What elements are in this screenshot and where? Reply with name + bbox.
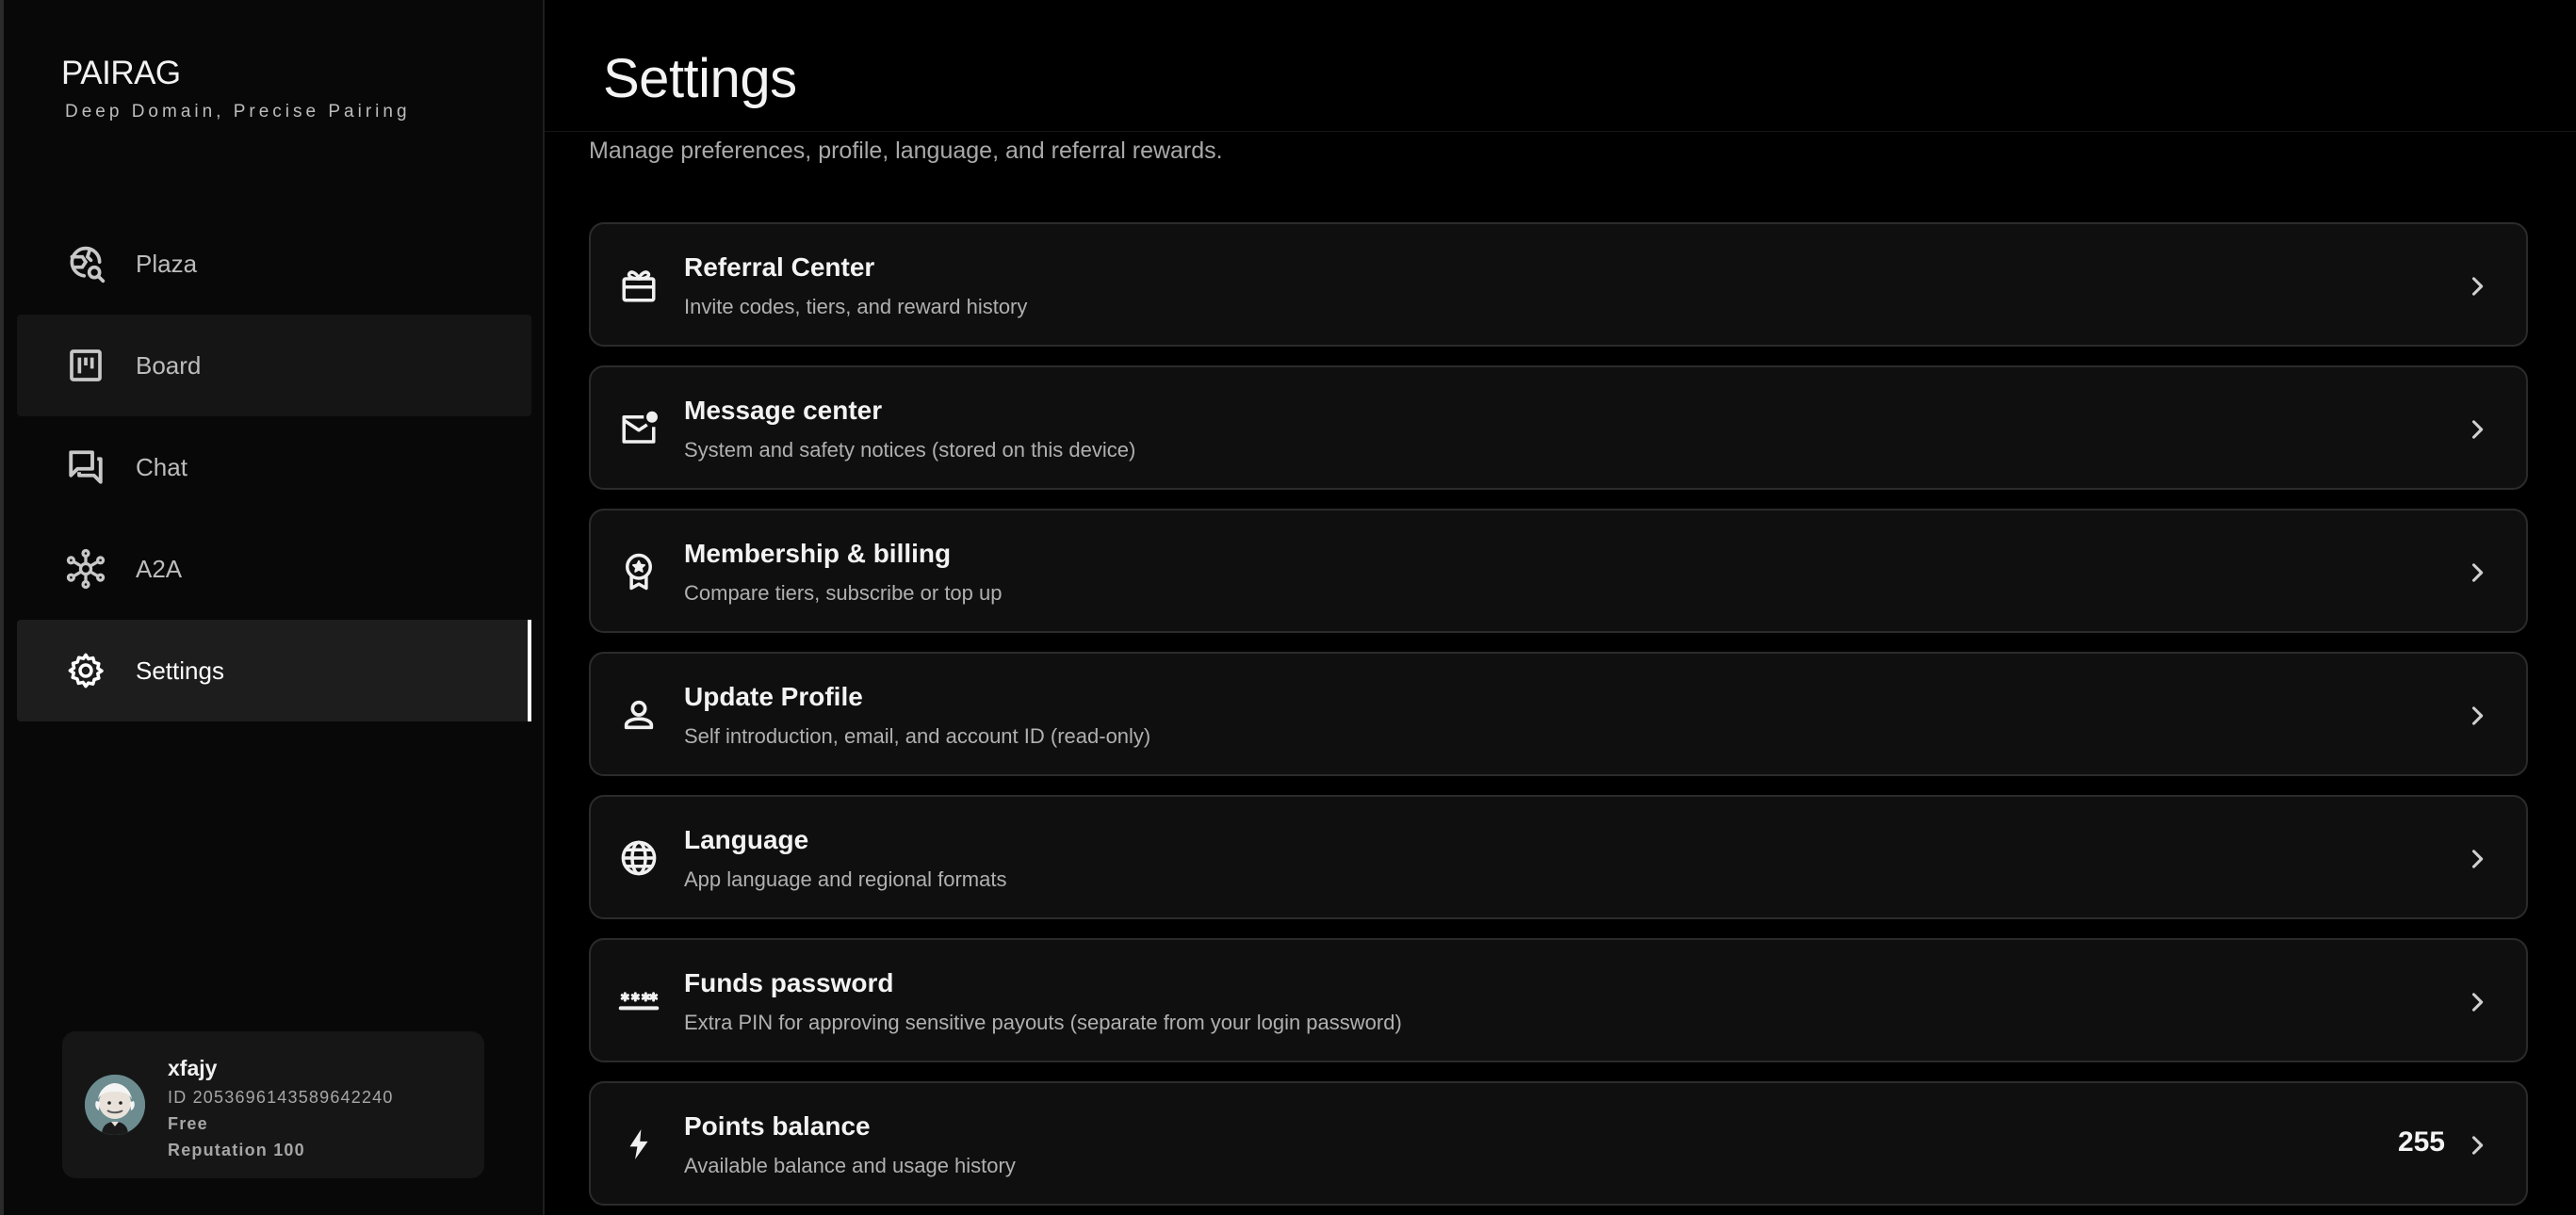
settings-card-language[interactable]: Language App language and regional forma… xyxy=(589,795,2528,919)
app-window: PAIRAG Deep Domain, Precise Pairing Plaz… xyxy=(0,0,2576,1215)
avatar xyxy=(85,1075,145,1135)
network-icon xyxy=(64,547,107,591)
mail-notification-icon xyxy=(617,407,660,450)
user-id: ID 2053696143589642240 xyxy=(168,1088,394,1107)
gift-icon xyxy=(617,264,660,307)
chevron-right-icon xyxy=(2458,840,2496,878)
sidebar-item-chat[interactable]: Chat xyxy=(17,416,531,518)
card-title: Referral Center xyxy=(684,252,875,282)
settings-card-update-profile[interactable]: Update Profile Self introduction, email,… xyxy=(589,652,2528,776)
user-tier: Free xyxy=(168,1114,208,1133)
brand-name: PAIRAG xyxy=(61,55,181,91)
settings-card-message-center[interactable]: Message center System and safety notices… xyxy=(589,365,2528,490)
card-title: Points balance xyxy=(684,1111,871,1141)
brand-tagline: Deep Domain, Precise Pairing xyxy=(65,102,411,122)
chevron-right-icon xyxy=(2458,697,2496,735)
main-content: Settings Manage preferences, profile, la… xyxy=(545,0,2576,1215)
settings-card-membership-billing[interactable]: Membership & billing Compare tiers, subs… xyxy=(589,509,2528,633)
user-info: xfajy ID 2053696143589642240 Free Reputa… xyxy=(168,1056,394,1160)
sidebar-item-plaza[interactable]: Plaza xyxy=(17,213,531,315)
card-title: Update Profile xyxy=(684,682,863,711)
points-balance-value: 255 xyxy=(2397,1126,2445,1158)
card-title: Membership & billing xyxy=(684,539,952,568)
bolt-icon xyxy=(617,1123,660,1166)
card-description: Extra PIN for approving sensitive payout… xyxy=(684,1011,1402,1034)
card-description: Compare tiers, subscribe or top up xyxy=(684,581,1003,605)
sidebar-item-a2a[interactable]: A2A xyxy=(17,518,531,620)
page-header: Settings xyxy=(545,0,2576,132)
card-description: Invite codes, tiers, and reward history xyxy=(684,295,1028,318)
settings-card-referral-center[interactable]: Referral Center Invite codes, tiers, and… xyxy=(589,222,2528,347)
sidebar-item-label: A2A xyxy=(136,554,183,583)
globe-search-icon xyxy=(64,242,107,285)
user-card[interactable]: xfajy ID 2053696143589642240 Free Reputa… xyxy=(62,1031,484,1178)
gear-icon xyxy=(64,649,107,692)
user-name: xfajy xyxy=(168,1056,218,1080)
chevron-right-icon xyxy=(2458,411,2496,448)
sidebar: PAIRAG Deep Domain, Precise Pairing Plaz… xyxy=(0,0,545,1215)
brand: PAIRAG Deep Domain, Precise Pairing xyxy=(61,55,411,122)
card-title: Funds password xyxy=(684,968,894,997)
page-title: Settings xyxy=(603,48,797,109)
card-description: App language and regional formats xyxy=(684,867,1007,891)
chevron-right-icon xyxy=(2458,554,2496,591)
sidebar-nav: Plaza Board Chat A2A Settings xyxy=(17,213,531,721)
settings-card-funds-password[interactable]: Funds password Extra PIN for approving s… xyxy=(589,938,2528,1062)
chevron-right-icon xyxy=(2458,983,2496,1021)
sidebar-item-label: Board xyxy=(136,350,202,380)
chat-icon xyxy=(64,446,107,489)
user-reputation: Reputation 100 xyxy=(168,1141,305,1159)
page-subtitle: Manage preferences, profile, language, a… xyxy=(589,138,1223,164)
card-description: System and safety notices (stored on thi… xyxy=(684,438,1136,462)
password-icon xyxy=(617,980,660,1023)
sidebar-item-settings[interactable]: Settings xyxy=(17,620,531,721)
board-icon xyxy=(64,344,107,387)
award-badge-icon xyxy=(617,550,660,593)
sidebar-item-label: Plaza xyxy=(136,249,198,278)
card-title: Message center xyxy=(684,396,883,425)
chevron-right-icon xyxy=(2458,267,2496,305)
card-description: Self introduction, email, and account ID… xyxy=(684,724,1151,748)
sidebar-item-board[interactable]: Board xyxy=(17,315,531,416)
sidebar-item-label: Chat xyxy=(136,452,187,481)
card-description: Available balance and usage history xyxy=(684,1154,1016,1177)
card-title: Language xyxy=(684,825,809,854)
globe-icon xyxy=(617,836,660,880)
chevron-right-icon xyxy=(2458,1126,2496,1164)
person-icon xyxy=(617,693,660,737)
sidebar-item-label: Settings xyxy=(136,656,224,685)
settings-list: Referral Center Invite codes, tiers, and… xyxy=(589,222,2528,1215)
settings-card-points-balance[interactable]: Points balance Available balance and usa… xyxy=(589,1081,2528,1206)
